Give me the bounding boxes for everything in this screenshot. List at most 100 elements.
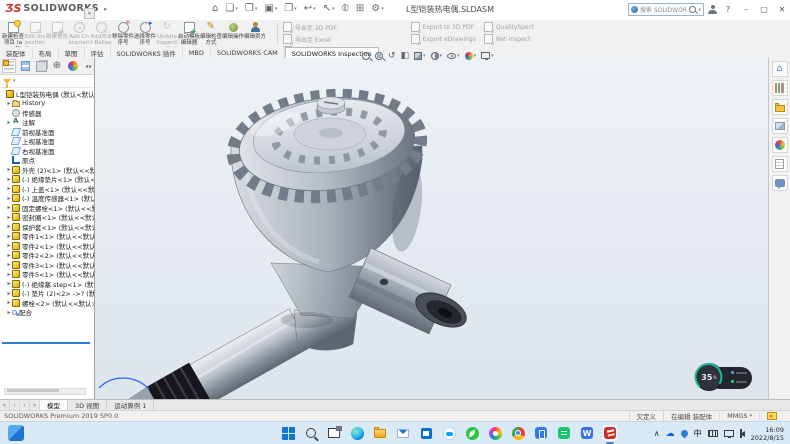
- menu-expand-icon[interactable]: ▸: [104, 5, 108, 13]
- tree-item-row[interactable]: 上视基准面: [0, 137, 94, 147]
- export-button[interactable]: Net-Inspect: [484, 34, 534, 44]
- command-tab[interactable]: MBD: [183, 47, 211, 58]
- select-icon[interactable]: ↖ ▾: [321, 2, 337, 16]
- tree-item-row[interactable]: ▸ 配合: [0, 308, 94, 318]
- display-style-icon[interactable]: ▾: [431, 52, 443, 60]
- custom-properties-icon[interactable]: [772, 156, 788, 172]
- forum-icon[interactable]: [772, 175, 788, 191]
- section-view-icon[interactable]: ◧ ▾: [401, 51, 410, 61]
- viewport-3d-model[interactable]: [95, 58, 768, 399]
- export-button[interactable]: QualitySpect: [484, 22, 534, 32]
- export-button[interactable]: Export to 3D PDF: [411, 22, 476, 32]
- hide-show-items-icon[interactable]: ▾: [447, 53, 460, 59]
- clock[interactable]: 16:09 2022/8/15: [751, 426, 784, 442]
- panel-horizontal-scrollbar[interactable]: [4, 388, 86, 395]
- ribbon-button[interactable]: 移除零件序号: [112, 21, 134, 46]
- file-explorer-pane-icon[interactable]: [772, 99, 788, 115]
- previous-view-icon[interactable]: ↺ ▾: [388, 51, 396, 61]
- onedrive-icon[interactable]: ☁: [666, 429, 675, 439]
- ribbon-button[interactable]: 编辑操作: [222, 21, 244, 46]
- volume-icon[interactable]: [740, 431, 745, 437]
- print-icon[interactable]: ❐ ▾: [282, 2, 298, 16]
- doc-tab-scroll-icon[interactable]: ›: [20, 400, 30, 410]
- tag-icon[interactable]: [767, 412, 777, 420]
- tree-filter[interactable]: ▾: [0, 75, 94, 88]
- ribbon-button[interactable]: 编辑卖方: [244, 21, 266, 46]
- ribbon-button[interactable]: 编辑检查方式: [200, 21, 222, 46]
- file-explorer-icon[interactable]: [372, 425, 388, 441]
- wps-icon[interactable]: W: [579, 425, 595, 441]
- open-icon[interactable]: ❒ ▾: [243, 2, 259, 16]
- home-icon[interactable]: ⌂ ▾: [210, 2, 220, 16]
- tray-chevron-icon[interactable]: ∧: [654, 429, 660, 438]
- doc-tab-scroll-icon[interactable]: ‹: [10, 400, 20, 410]
- document-tab[interactable]: 模型: [40, 400, 68, 410]
- tree-item-row[interactable]: ▸ 零件2<1> (默认<<默认>_显示状态: [0, 241, 94, 251]
- cloud-drive-icon[interactable]: [441, 425, 457, 441]
- tree-item-row[interactable]: ▸ (-) 绝缘垫片<1> (默认<<默认>_显: [0, 175, 94, 185]
- user-account-icon[interactable]: [708, 5, 717, 14]
- view-orientation-icon[interactable]: ▾: [414, 52, 426, 60]
- search-caret-icon[interactable]: ▾: [698, 7, 701, 13]
- antivirus-icon[interactable]: [464, 425, 480, 441]
- command-tab[interactable]: 评估: [85, 47, 111, 58]
- device-battery-widget[interactable]: 35%: [695, 363, 753, 393]
- ribbon-button[interactable]: Add/Edit Balloons: [90, 21, 112, 46]
- filter-caret-icon[interactable]: ▾: [13, 78, 16, 84]
- tree-item-row[interactable]: ▸ 零件2<2> (默认<<默认>_显示状态: [0, 251, 94, 261]
- new-document-icon[interactable]: ❏ ▾: [223, 2, 239, 16]
- export-button[interactable]: 导出至 2D PDF: [283, 22, 403, 32]
- ime-indicator[interactable]: 中: [694, 428, 702, 439]
- tree-item-row[interactable]: ▸ 密封圈<1> (默认<<默认>_显示状态: [0, 213, 94, 223]
- touch-keyboard-icon[interactable]: [708, 430, 718, 437]
- display-icon[interactable]: [724, 430, 734, 437]
- ribbon-button[interactable]: Update Inspection Project: [156, 21, 178, 46]
- tree-item-row[interactable]: ▸ (-) 绝缘塞.step<1> (默认<<默认>: [0, 279, 94, 289]
- solidworks-resources-icon[interactable]: ⌂: [772, 61, 788, 77]
- command-tab[interactable]: SOLIDWORKS CAM: [211, 47, 285, 58]
- ribbon-button[interactable]: 新建报告: [46, 21, 68, 46]
- task-view-icon[interactable]: [326, 425, 342, 441]
- phone-link-icon[interactable]: [533, 425, 549, 441]
- ribbon-button[interactable]: 选择零件序号: [134, 21, 156, 46]
- tree-item-row[interactable]: ▸ 零件3<1> (默认<<默认>_显示状态: [0, 260, 94, 270]
- maximize-button[interactable]: ▢: [756, 0, 772, 19]
- tree-item-row[interactable]: 原点: [0, 156, 94, 166]
- tree-item-row[interactable]: 右视基准面: [0, 146, 94, 156]
- command-tab[interactable]: 布局: [33, 47, 59, 58]
- scrollbar-thumb[interactable]: [7, 389, 59, 392]
- tree-item-row[interactable]: ▸ 螺栓<2> (默认<<默认>_显示状态: [0, 298, 94, 308]
- ribbon-button[interactable]: Edit Inspection Project: [24, 21, 46, 46]
- tree-item-row[interactable]: ▸ History: [0, 99, 94, 109]
- configuration-manager-tab-icon[interactable]: [34, 59, 48, 73]
- export-button[interactable]: 导出至 Excel: [283, 34, 403, 44]
- help-button[interactable]: ?: [720, 0, 736, 19]
- dimxpert-manager-tab-icon[interactable]: ⊕: [50, 59, 64, 73]
- graphics-viewport[interactable]: 35%: [95, 58, 768, 399]
- panel-tab-arrow-icon[interactable]: ▸: [89, 63, 92, 70]
- chrome-icon[interactable]: [510, 425, 526, 441]
- start-icon[interactable]: [280, 425, 296, 441]
- tree-item-row[interactable]: ▸ (-) 温度传感器<1> (默认<<默认>_: [0, 194, 94, 204]
- green-doc-app-icon[interactable]: [556, 425, 572, 441]
- display-manager-tab-icon[interactable]: [66, 59, 80, 73]
- feature-manager-tab-icon[interactable]: [2, 59, 16, 73]
- units-selector[interactable]: MMGS ▾: [719, 412, 759, 420]
- panel-tab-arrow-icon[interactable]: ◂: [85, 63, 88, 70]
- tree-item-row[interactable]: ▸ (-) 垫片 (2)<2> ->? (默认<<默认>: [0, 289, 94, 299]
- document-tab[interactable]: 运动算例 1: [107, 400, 154, 410]
- tree-item-row[interactable]: 前视基准面: [0, 127, 94, 137]
- appearances-icon[interactable]: [772, 137, 788, 153]
- export-button[interactable]: Export eDrawings: [411, 34, 476, 44]
- search-icon[interactable]: [689, 6, 696, 13]
- view-settings-icon[interactable]: ▾: [481, 52, 494, 59]
- zoom-fit-icon[interactable]: ▾: [362, 52, 370, 60]
- browser-wheel-icon[interactable]: [487, 425, 503, 441]
- tree-item-row[interactable]: ▸ (-) 上盖<1> (默认<<默认>_显示状: [0, 184, 94, 194]
- edge-icon[interactable]: [349, 425, 365, 441]
- solidworks-app-icon[interactable]: [602, 425, 618, 441]
- command-tab[interactable]: 装配体: [0, 47, 33, 58]
- tree-root-row[interactable]: L型铠装热电偶 (默认<默认_显示状态-1: [0, 89, 94, 99]
- doc-tab-scroll-icon[interactable]: »: [30, 400, 40, 410]
- location-icon[interactable]: [679, 429, 689, 439]
